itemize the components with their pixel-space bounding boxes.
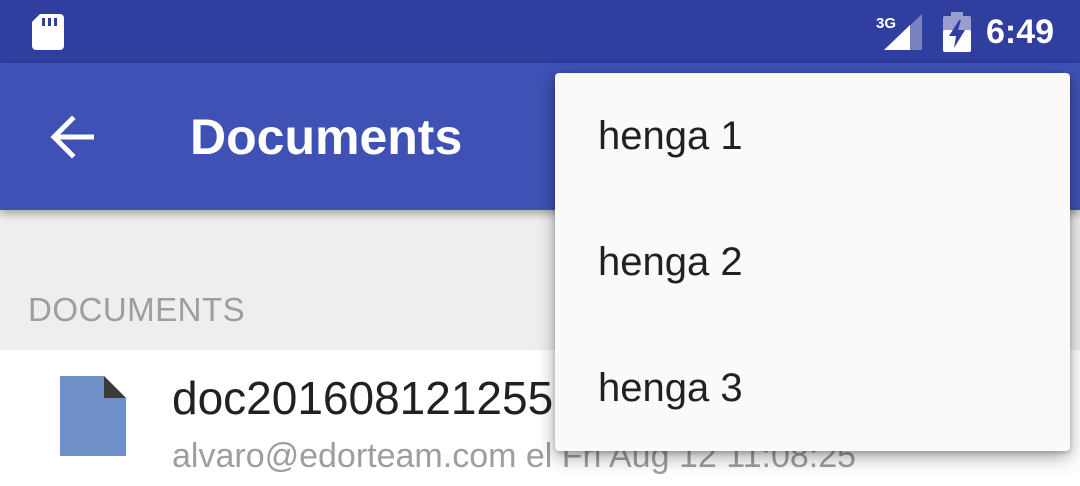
menu-item-label: henga 3 (598, 366, 743, 410)
section-label: DOCUMENTS (28, 291, 246, 328)
menu-item-label: henga 1 (598, 114, 743, 158)
page-title: Documents (190, 109, 463, 165)
list-item-title: doc201608121255 (172, 372, 554, 424)
signal-icon: 3G (876, 14, 922, 50)
menu-item-label: henga 2 (598, 240, 743, 284)
sd-card-icon (32, 14, 64, 50)
overflow-menu: henga 1 henga 2 henga 3 (555, 73, 1070, 451)
menu-item-henga-1[interactable]: henga 1 (555, 73, 1070, 199)
menu-item-henga-2[interactable]: henga 2 (555, 199, 1070, 325)
arrow-back-icon (50, 115, 94, 159)
document-file-icon (60, 376, 126, 456)
status-time: 6:49 (986, 13, 1055, 51)
status-bar: 3G 6:49 (0, 0, 1080, 63)
menu-item-henga-3[interactable]: henga 3 (555, 325, 1070, 451)
back-button[interactable] (36, 105, 112, 169)
battery-charging-icon (943, 12, 971, 52)
network-type-label: 3G (876, 15, 896, 32)
